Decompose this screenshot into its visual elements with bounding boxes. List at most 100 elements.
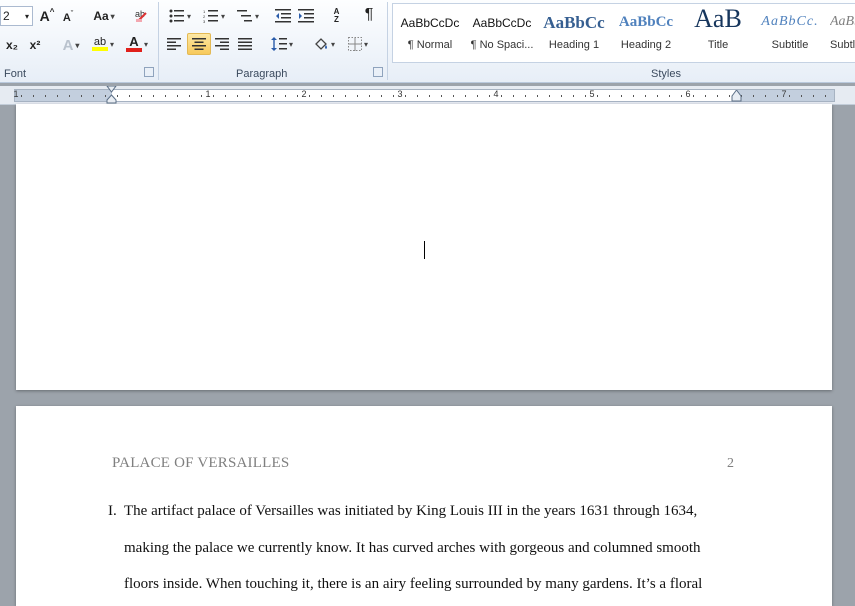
ruler-tick bbox=[261, 95, 262, 97]
justify-icon bbox=[238, 38, 252, 50]
indent-marker-icon[interactable] bbox=[106, 86, 117, 104]
ruler-tick bbox=[489, 95, 490, 97]
decrease-indent-icon bbox=[275, 9, 291, 23]
style-subtle-emphasis[interactable]: AaBbCcDc Subtle Em... bbox=[826, 4, 855, 62]
style-heading-2[interactable]: AaBbCc Heading 2 bbox=[610, 4, 682, 62]
ruler-tick bbox=[165, 95, 166, 97]
right-indent-marker-icon[interactable] bbox=[731, 90, 742, 102]
ruler-tick bbox=[693, 95, 694, 97]
sort-button[interactable]: AZ bbox=[325, 5, 347, 25]
show-formatting-button[interactable]: ¶ bbox=[359, 5, 379, 25]
style-heading-1[interactable]: AaBbCc Heading 1 bbox=[538, 4, 610, 62]
borders-icon bbox=[347, 37, 362, 51]
ruler-number: 5 bbox=[589, 89, 595, 99]
font-dialog-launcher[interactable] bbox=[144, 67, 154, 77]
align-center-button[interactable] bbox=[187, 33, 211, 55]
group-separator bbox=[387, 2, 388, 80]
superscript-label: x² bbox=[29, 38, 41, 52]
highlight-color-swatch bbox=[91, 47, 108, 51]
ruler-tick bbox=[813, 95, 814, 97]
change-case-label: Aa bbox=[93, 9, 109, 23]
shrink-font-button[interactable]: Aˇ bbox=[60, 8, 76, 28]
ruler-tick bbox=[753, 95, 754, 97]
subscript-button[interactable]: x₂ bbox=[2, 35, 22, 55]
shading-button[interactable] bbox=[309, 34, 339, 54]
style-preview: AaBbCcDc bbox=[400, 16, 460, 30]
svg-text:ab: ab bbox=[135, 9, 145, 19]
line-spacing-icon bbox=[270, 37, 287, 51]
line-spacing-button[interactable] bbox=[267, 34, 297, 54]
clear-formatting-button[interactable]: ab bbox=[132, 5, 152, 25]
ruler-tick bbox=[321, 95, 322, 97]
styles-gallery: AaBbCcDc ¶ Normal AaBbCcDc ¶ No Spaci...… bbox=[392, 3, 855, 63]
multilevel-list-icon bbox=[236, 10, 252, 22]
align-left-button[interactable] bbox=[164, 34, 184, 54]
increase-indent-button[interactable] bbox=[296, 6, 316, 26]
style-preview: AaBbCc bbox=[543, 13, 605, 32]
ruler-tick bbox=[249, 95, 250, 97]
style-subtitle[interactable]: AaBbCc. Subtitle bbox=[754, 4, 826, 62]
font-size-value: 2 bbox=[3, 9, 10, 23]
style-name: Subtitle bbox=[771, 39, 809, 51]
pilcrow-icon: ¶ bbox=[364, 6, 374, 23]
page-2[interactable]: PALACE OF VERSAILLES 2 I. The artifact p… bbox=[16, 406, 832, 606]
ruler-number: 1 bbox=[205, 89, 211, 99]
paragraph-dialog-launcher[interactable] bbox=[373, 67, 383, 77]
ruler-tick bbox=[585, 95, 586, 97]
ruler-tick bbox=[213, 95, 214, 97]
align-right-button[interactable] bbox=[212, 34, 232, 54]
ruler-tick bbox=[681, 95, 682, 97]
justify-button[interactable] bbox=[235, 34, 255, 54]
multilevel-list-button[interactable] bbox=[233, 6, 263, 26]
style-preview: AaBbCcDc bbox=[472, 16, 532, 30]
style-title[interactable]: AaB Title bbox=[682, 4, 754, 62]
highlight-button[interactable]: ab bbox=[88, 34, 118, 54]
page-number: 2 bbox=[727, 456, 734, 471]
ruler-tick bbox=[765, 95, 766, 97]
style-normal[interactable]: AaBbCcDc ¶ Normal bbox=[394, 4, 466, 62]
ruler-tick bbox=[705, 95, 706, 97]
ruler-tick bbox=[669, 95, 670, 97]
font-color-button[interactable]: A bbox=[122, 34, 152, 54]
body-line: floors inside. When touching it, there i… bbox=[124, 576, 703, 592]
superscript-button[interactable]: x² bbox=[25, 35, 45, 55]
ruler-tick bbox=[369, 95, 370, 97]
ruler-tick bbox=[717, 95, 718, 97]
ruler-tick bbox=[69, 95, 70, 97]
chevron-down-icon: ▾ bbox=[24, 11, 29, 21]
style-no-spacing[interactable]: AaBbCcDc ¶ No Spaci... bbox=[466, 4, 538, 62]
ruler-tick bbox=[477, 95, 478, 97]
font-color-label: A bbox=[129, 34, 139, 49]
style-preview: AaBbCcDc bbox=[830, 14, 855, 29]
ruler-tick bbox=[141, 95, 142, 97]
align-left-icon bbox=[167, 38, 181, 50]
clear-formatting-icon: ab bbox=[135, 9, 147, 22]
text-cursor bbox=[424, 241, 425, 259]
ruler-tick bbox=[621, 95, 622, 97]
page-1[interactable] bbox=[16, 104, 832, 390]
ruler-tick bbox=[573, 95, 574, 97]
bullets-button[interactable] bbox=[165, 6, 195, 26]
ruler-tick bbox=[789, 95, 790, 97]
subscript-label: x₂ bbox=[5, 38, 18, 52]
ruler-tick bbox=[549, 95, 550, 97]
ruler-tick bbox=[333, 95, 334, 97]
align-center-icon bbox=[192, 38, 206, 50]
decrease-indent-button[interactable] bbox=[273, 6, 293, 26]
ruler-tick bbox=[285, 95, 286, 97]
text-effects-button[interactable]: A bbox=[58, 35, 84, 55]
font-size-dropdown[interactable]: 2 ▾ bbox=[0, 6, 33, 26]
ruler-tick bbox=[561, 95, 562, 97]
font-group: 2 ▾ A^ Aˇ Aa ab x₂ x² A ab bbox=[0, 0, 158, 82]
change-case-button[interactable]: Aa bbox=[90, 6, 118, 26]
ruler-tick bbox=[417, 95, 418, 97]
numbering-button[interactable]: 123 bbox=[199, 6, 229, 26]
grow-font-button[interactable]: A ^ bbox=[38, 6, 56, 26]
ruler-tick bbox=[657, 95, 658, 97]
ruler-tick bbox=[429, 95, 430, 97]
style-preview: AaBbCc. bbox=[761, 14, 819, 29]
styles-group-label: Styles bbox=[651, 68, 681, 80]
ruler-left-margin bbox=[15, 90, 112, 101]
borders-button[interactable] bbox=[343, 34, 373, 54]
horizontal-ruler[interactable]: 1 1 2 3 4 5 6 7 bbox=[0, 86, 855, 105]
